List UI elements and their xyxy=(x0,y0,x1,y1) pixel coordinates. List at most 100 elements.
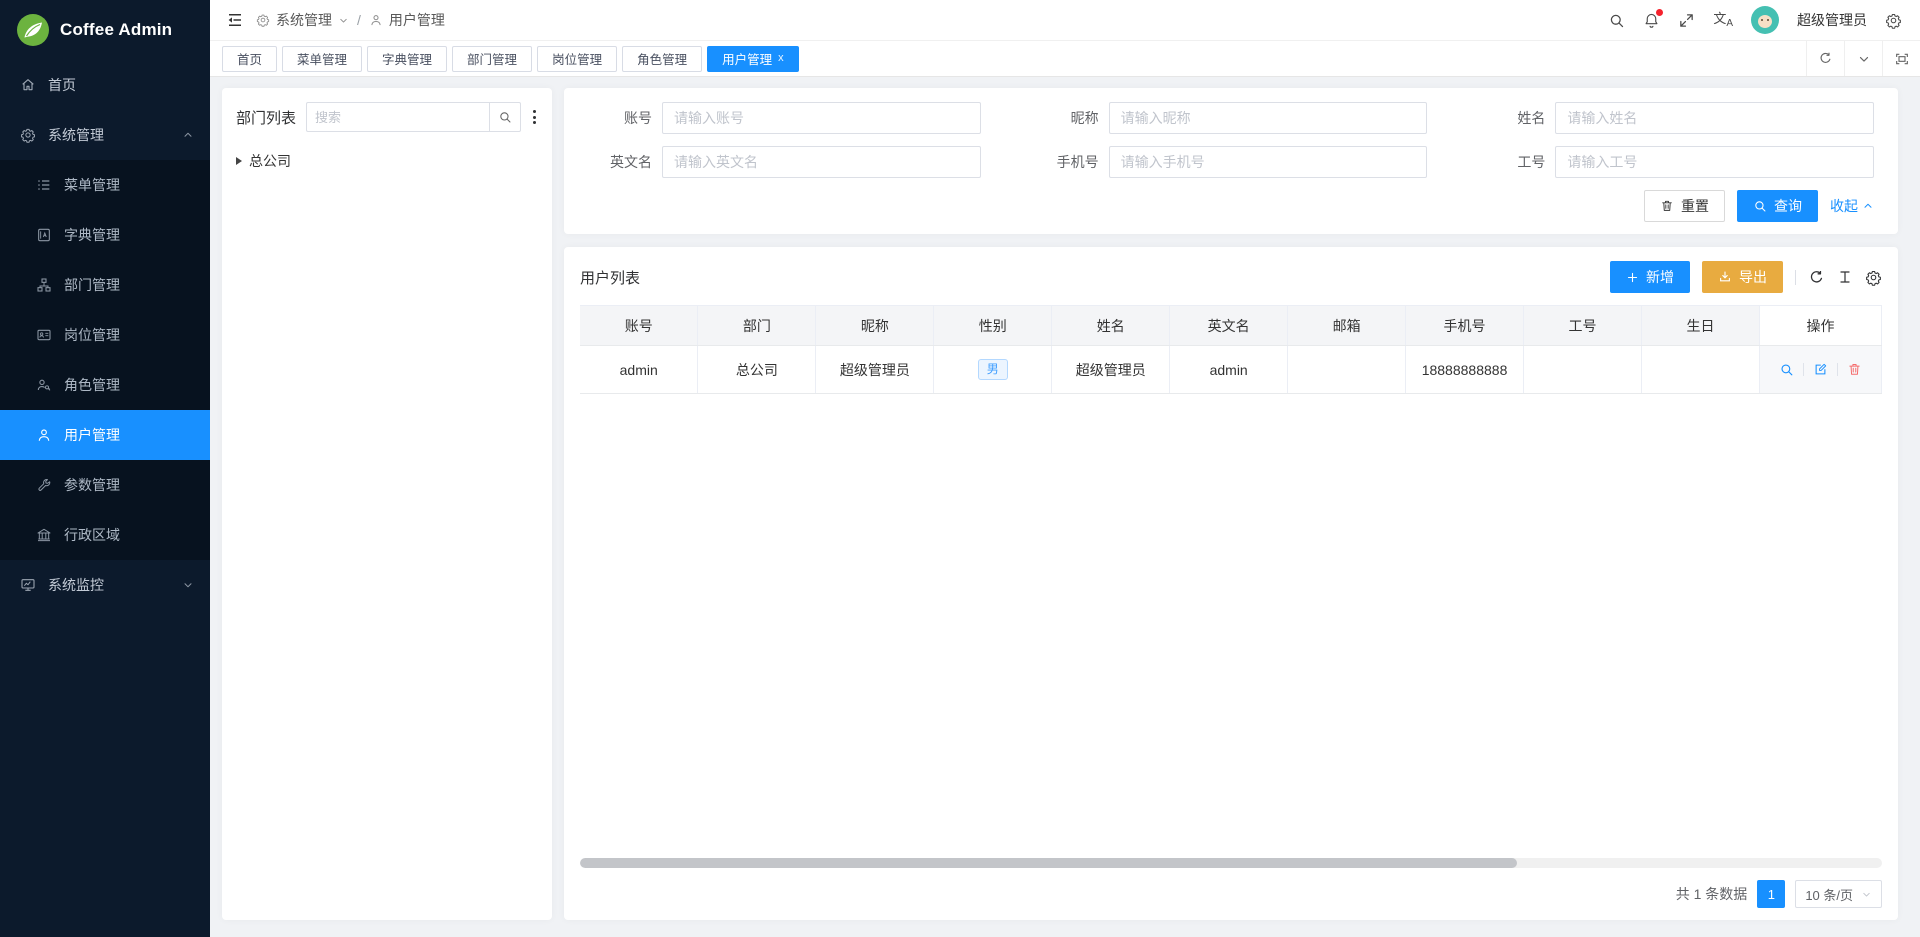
magnifier-icon xyxy=(1779,362,1794,377)
cell-email xyxy=(1288,346,1406,394)
sidebar-item-label: 系统监控 xyxy=(48,575,104,595)
refresh-icon xyxy=(1808,269,1825,286)
app-title: Coffee Admin xyxy=(60,20,172,40)
col-actions: 操作 xyxy=(1760,306,1882,346)
tab-post-mgmt[interactable]: 岗位管理 xyxy=(537,46,617,72)
tab-role-mgmt[interactable]: 角色管理 xyxy=(622,46,702,72)
tree-caret-icon[interactable] xyxy=(236,157,242,165)
sidebar-item-param-mgmt[interactable]: 参数管理 xyxy=(0,460,210,510)
cell-account: admin xyxy=(580,346,698,394)
field-label: 工号 xyxy=(1481,152,1545,172)
sidebar-item-label: 首页 xyxy=(48,75,76,95)
sidebar-item-dict-mgmt[interactable]: 字典管理 xyxy=(0,210,210,260)
nickname-input[interactable] xyxy=(1109,102,1428,134)
sidebar-item-system[interactable]: 系统管理 xyxy=(0,110,210,160)
row-height-button[interactable] xyxy=(1837,269,1853,285)
user-icon xyxy=(369,13,383,27)
tabs-refresh-button[interactable] xyxy=(1806,41,1844,76)
department-search-button[interactable] xyxy=(489,102,521,132)
view-row-button[interactable] xyxy=(1779,362,1794,377)
username[interactable]: 超级管理员 xyxy=(1797,10,1867,30)
list-icon xyxy=(36,177,52,193)
notification-bell[interactable] xyxy=(1643,12,1660,29)
table-refresh-button[interactable] xyxy=(1808,269,1825,286)
job-no-input[interactable] xyxy=(1555,146,1874,178)
tabbar-controls xyxy=(1806,41,1920,76)
horizontal-scrollbar-thumb[interactable] xyxy=(580,858,1517,868)
tab-close-icon[interactable]: x xyxy=(778,53,784,64)
tab-menu-mgmt[interactable]: 菜单管理 xyxy=(282,46,362,72)
download-icon xyxy=(1718,270,1732,284)
department-tree: 总公司 xyxy=(236,146,538,176)
table-toolbar: 新增 导出 xyxy=(1610,261,1882,293)
breadcrumb-section[interactable]: 系统管理 xyxy=(276,10,332,30)
translate-icon[interactable]: 文A xyxy=(1713,12,1733,29)
page-1-button[interactable]: 1 xyxy=(1757,880,1785,908)
line-height-icon xyxy=(1837,269,1853,285)
cell-name: 超级管理员 xyxy=(1052,346,1170,394)
sidebar-item-user-mgmt[interactable]: 用户管理 xyxy=(0,410,210,460)
edit-row-button[interactable] xyxy=(1813,362,1828,377)
fullscreen-icon[interactable] xyxy=(1678,12,1695,29)
sidebar-item-region-mgmt[interactable]: 行政区域 xyxy=(0,510,210,560)
cell-phone: 18888888888 xyxy=(1406,346,1524,394)
chevron-up-icon xyxy=(1862,200,1874,212)
export-button[interactable]: 导出 xyxy=(1702,261,1783,293)
content-fullscreen-button[interactable] xyxy=(1882,41,1920,76)
sidebar-collapse-icon[interactable] xyxy=(226,11,244,29)
reset-button[interactable]: 重置 xyxy=(1644,190,1725,222)
trash-icon xyxy=(1660,199,1674,213)
breadcrumb-page: 用户管理 xyxy=(389,10,445,30)
department-search-input[interactable] xyxy=(306,102,489,132)
col-dept: 部门 xyxy=(698,306,816,346)
name-input[interactable] xyxy=(1555,102,1874,134)
chevron-up-icon xyxy=(182,129,194,141)
sidebar-item-post-mgmt[interactable]: 岗位管理 xyxy=(0,310,210,360)
table-row[interactable]: admin 总公司 超级管理员 男 超级管理员 admin 1888888888… xyxy=(580,346,1882,394)
gender-tag: 男 xyxy=(978,359,1008,381)
sidebar-submenu-system: 菜单管理 字典管理 部门管理 岗位管理 角色管理 用户管理 xyxy=(0,160,210,560)
department-more-menu[interactable] xyxy=(531,108,538,126)
page-size-select[interactable]: 10 条/页 xyxy=(1795,880,1882,908)
col-job-no: 工号 xyxy=(1524,306,1642,346)
toolbar-divider xyxy=(1795,270,1796,285)
id-badge-icon xyxy=(36,327,52,343)
tabs-menu-button[interactable] xyxy=(1844,41,1882,76)
department-search-group xyxy=(306,102,521,132)
sidebar-menu: 首页 系统管理 菜单管理 字典管理 部门管理 岗位管理 xyxy=(0,60,210,937)
tab-home[interactable]: 首页 xyxy=(222,46,277,72)
sidebar-item-role-mgmt[interactable]: 角色管理 xyxy=(0,360,210,410)
col-en-name: 英文名 xyxy=(1170,306,1288,346)
add-user-button[interactable]: 新增 xyxy=(1610,261,1690,293)
search-icon xyxy=(498,110,512,124)
sidebar-item-label: 用户管理 xyxy=(64,425,120,445)
horizontal-scrollbar xyxy=(580,858,1882,868)
field-label: 手机号 xyxy=(1035,152,1099,172)
cell-en-name: admin xyxy=(1170,346,1288,394)
screen-maximize-icon xyxy=(1894,51,1910,67)
search-button[interactable]: 查询 xyxy=(1737,190,1818,222)
sidebar-item-menu-mgmt[interactable]: 菜单管理 xyxy=(0,160,210,210)
department-panel-header: 部门列表 xyxy=(236,102,538,132)
gear-icon xyxy=(20,127,36,143)
column-settings-button[interactable] xyxy=(1865,269,1882,286)
avatar[interactable] xyxy=(1751,6,1779,34)
app-logo[interactable]: Coffee Admin xyxy=(0,0,210,60)
tab-user-mgmt[interactable]: 用户管理 x xyxy=(707,46,799,72)
sidebar-item-home[interactable]: 首页 xyxy=(0,60,210,110)
collapse-filter-link[interactable]: 收起 xyxy=(1830,196,1874,216)
tree-node-root[interactable]: 总公司 xyxy=(236,146,538,176)
en-name-input[interactable] xyxy=(662,146,981,178)
tab-dept-mgmt[interactable]: 部门管理 xyxy=(452,46,532,72)
field-label: 昵称 xyxy=(1035,108,1099,128)
phone-input[interactable] xyxy=(1109,146,1428,178)
sidebar-item-monitor[interactable]: 系统监控 xyxy=(0,560,210,610)
sidebar-item-label: 角色管理 xyxy=(64,375,120,395)
account-input[interactable] xyxy=(662,102,981,134)
search-icon xyxy=(1753,199,1767,213)
tab-dict-mgmt[interactable]: 字典管理 xyxy=(367,46,447,72)
sidebar-item-dept-mgmt[interactable]: 部门管理 xyxy=(0,260,210,310)
delete-row-button[interactable] xyxy=(1847,362,1862,377)
search-icon[interactable] xyxy=(1608,12,1625,29)
settings-gear-icon[interactable] xyxy=(1885,12,1902,29)
